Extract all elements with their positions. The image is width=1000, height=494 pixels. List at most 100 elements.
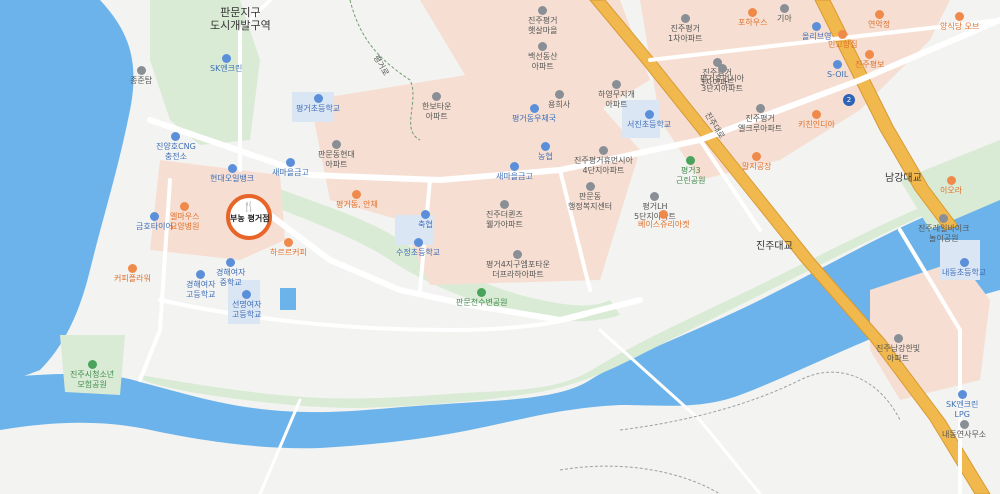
poi-2[interactable]: 하영무지개 아파트 — [598, 80, 635, 110]
poi-39[interactable]: 축협 — [418, 210, 433, 230]
poi-label: 민고향집 — [828, 40, 858, 49]
restaurant-icon — [283, 238, 293, 247]
poi-48[interactable]: 이오라 — [940, 176, 962, 196]
poi-label: 수정초등학교 — [396, 248, 441, 257]
poi-32[interactable]: 판문동 행정복지센터 — [568, 182, 612, 212]
building-icon — [939, 214, 949, 223]
poi-label: 평거휴먼시아 3단지아파트 — [700, 74, 745, 93]
poi-31[interactable]: 새마을금고 — [496, 162, 533, 182]
poi-53[interactable]: SK엔크린 LPG — [946, 390, 978, 420]
poi-41[interactable]: 하르르커피 — [270, 238, 307, 258]
poi-46[interactable]: 선명여자 고등학교 — [232, 290, 261, 320]
park-icon — [686, 156, 696, 165]
poi-label: 평거동우체국 — [512, 114, 557, 123]
poi-40[interactable]: 수정초등학교 — [396, 238, 440, 258]
poi-18[interactable]: 평거휴먼시아 3단지아파트 — [700, 64, 744, 94]
poi-label: 진주시청소년 모험공원 — [70, 370, 115, 389]
poi-25[interactable]: 새마을금고 — [272, 158, 309, 178]
poi-12[interactable]: 진주평보 — [855, 50, 884, 70]
poi-19[interactable]: 평거초등학교 — [296, 94, 340, 114]
poi-52[interactable]: 진주남강한빛 아파트 — [876, 334, 920, 364]
poi-47[interactable]: 판문천수변공원 — [456, 288, 508, 308]
poi-7[interactable]: 연악정 — [868, 10, 890, 30]
building-icon — [650, 192, 660, 201]
poi-8[interactable]: 양식당 오브 — [940, 12, 979, 32]
poi-50[interactable]: 내동초등학교 — [942, 258, 986, 278]
restaurant-icon — [874, 10, 884, 19]
poi-20[interactable]: 서진초등학교 — [627, 110, 671, 130]
poi-label: 진주평거 1차아파트 — [668, 24, 703, 43]
poi-15[interactable]: 한보타운 아파트 — [422, 92, 451, 122]
poi-38[interactable]: 엘마우스 요양병원 — [170, 202, 199, 232]
facility-icon — [540, 142, 550, 151]
restaurant-icon — [180, 202, 190, 211]
poi-44[interactable]: 커피플라워 — [114, 264, 151, 284]
poi-22[interactable]: 키친인디아 — [798, 110, 835, 130]
poi-label: 하영무지개 아파트 — [598, 90, 635, 109]
poi-49[interactable]: 진주레일바이크 놀이공원 — [918, 214, 970, 244]
poi-9[interactable]: 민고향집 — [828, 30, 857, 50]
building-icon — [598, 146, 608, 155]
poi-27[interactable]: 진주평거휴먼시아 4단지아파트 — [574, 146, 633, 176]
facility-icon — [171, 132, 181, 141]
bridge-label-jinju: 진주대교 — [756, 241, 793, 252]
building-icon — [499, 200, 509, 209]
poi-1[interactable]: 백선동산 아파트 — [528, 42, 557, 72]
poi-label: 평거4지구엠포타운 더프라하아파트 — [486, 260, 550, 279]
poi-label: 말지공장 — [742, 162, 772, 171]
poi-23[interactable]: 진양호CNG 충전소 — [156, 132, 196, 162]
bridge-label-namgang: 남강대교 — [885, 173, 922, 184]
poi-17[interactable]: 용희사 — [548, 90, 570, 110]
poi-label: 평거3 근린공원 — [676, 166, 706, 185]
poi-28[interactable]: 평거3 근린공원 — [676, 156, 705, 186]
facility-icon — [957, 390, 967, 399]
poi-label: 종준탑 — [130, 76, 153, 85]
poi-label: 한보타운 아파트 — [422, 102, 452, 121]
building-icon — [585, 182, 595, 191]
building-icon — [959, 420, 969, 429]
poi-label: SK엔크린 LPG — [946, 400, 979, 419]
poi-36[interactable]: 베이스쥬리아켓 — [638, 210, 690, 230]
poi-11[interactable]: S-OIL — [827, 60, 848, 80]
poi-label: 진주평보 — [855, 60, 885, 69]
poi-0[interactable]: 진주평거 햇살마을 — [528, 6, 557, 36]
poi-45[interactable]: 경해여자 고등학교 — [186, 270, 215, 300]
poi-43[interactable]: 평거4지구엠포타운 더프라하아파트 — [486, 250, 550, 280]
poi-29[interactable]: 말지공장 — [742, 152, 771, 172]
selected-place-marker[interactable]: 🍴 부농 평거점 — [226, 194, 272, 240]
map-view[interactable]: 판문지구 도시개발구역 남강대교 진주대교 평거로 진주대로 2 진주평거 햇살… — [0, 0, 1000, 494]
poi-34[interactable]: 평거동, 안채 — [336, 190, 378, 210]
poi-label: 서진초등학교 — [627, 120, 672, 129]
poi-26[interactable]: 농협 — [538, 142, 553, 162]
restaurant-icon — [865, 50, 875, 59]
restaurant-icon — [752, 152, 762, 161]
poi-51[interactable]: 진주시청소년 모험공원 — [70, 360, 114, 390]
poi-42[interactable]: 경해여자 중학교 — [216, 258, 245, 288]
restaurant-icon — [748, 8, 758, 17]
facility-icon — [242, 290, 252, 299]
building-icon — [893, 334, 903, 343]
poi-35[interactable]: 진주더퀸즈 웰가아파트 — [486, 200, 523, 230]
poi-label: 양식당 오브 — [940, 22, 980, 31]
poi-30[interactable]: 현대오일뱅크 — [210, 164, 254, 184]
poi-24[interactable]: 판문동현대 아파트 — [318, 140, 355, 170]
poi-14[interactable]: 종준탑 — [130, 66, 152, 86]
poi-label: 판문동현대 아파트 — [318, 150, 355, 169]
poi-3[interactable]: 진주평거 1차아파트 — [668, 14, 703, 44]
poi-54[interactable]: 내동연사무소 — [942, 420, 986, 440]
poi-4[interactable]: 포하우스 — [738, 8, 767, 28]
poi-label: 경해여자 중학교 — [216, 268, 246, 287]
building-icon — [538, 6, 548, 15]
poi-label: 진주평거 햇살마을 — [528, 16, 558, 35]
poi-37[interactable]: 금호타이어 — [136, 212, 173, 232]
route-shield: 2 — [843, 94, 855, 106]
poi-5[interactable]: 기아 — [777, 4, 792, 24]
poi-label: 연악정 — [868, 20, 891, 29]
poi-13[interactable]: SK엔크린 — [210, 54, 242, 74]
facility-icon — [226, 258, 236, 267]
facility-icon — [313, 94, 323, 103]
facility-icon — [509, 162, 519, 171]
poi-21[interactable]: 진주평거 엘크루아파트 — [738, 104, 782, 134]
building-icon — [432, 92, 442, 101]
poi-label: 진양호CNG 충전소 — [156, 142, 196, 161]
